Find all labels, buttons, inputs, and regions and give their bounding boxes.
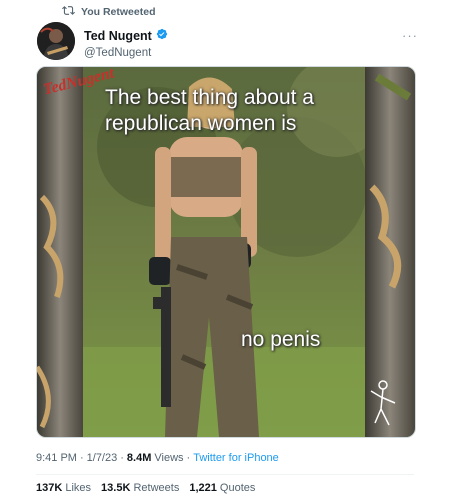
- likes-stat[interactable]: 137K Likes: [36, 482, 91, 494]
- quotes-stat[interactable]: 1,221 Quotes: [189, 482, 255, 494]
- retweet-label: You Retweeted: [81, 6, 156, 18]
- retweets-stat[interactable]: 13.5K Retweets: [101, 482, 179, 494]
- avatar[interactable]: [37, 22, 75, 60]
- views-label: Views: [154, 452, 184, 464]
- tweet-time[interactable]: 9:41 PM: [36, 452, 77, 464]
- author-name[interactable]: Ted Nugent: [84, 29, 152, 43]
- image-caption-top: The best thing about a republican women …: [105, 86, 314, 135]
- retweet-icon: [62, 4, 75, 20]
- author-handle[interactable]: @TedNugent: [84, 47, 168, 59]
- verified-badge-icon: [156, 27, 168, 45]
- tweet-date[interactable]: 1/7/23: [87, 452, 118, 464]
- more-options-icon[interactable]: ···: [402, 28, 418, 43]
- retweet-indicator: You Retweeted: [62, 4, 155, 20]
- tweet-stats: 137K Likes 13.5K Retweets 1,221 Quotes: [36, 482, 261, 494]
- views-count: 8.4M: [126, 452, 152, 464]
- tweet-source-link[interactable]: Twitter for iPhone: [193, 452, 279, 464]
- tweet-meta: 9:41 PM · 1/7/23 · 8.4M Views · Twitter …: [36, 452, 279, 464]
- author-block: Ted Nugent @TedNugent: [84, 27, 168, 59]
- image-caption-bottom: no penis: [241, 328, 321, 351]
- divider: [36, 474, 414, 475]
- tweet-image[interactable]: TedNugent The best thing about a republi…: [36, 66, 416, 438]
